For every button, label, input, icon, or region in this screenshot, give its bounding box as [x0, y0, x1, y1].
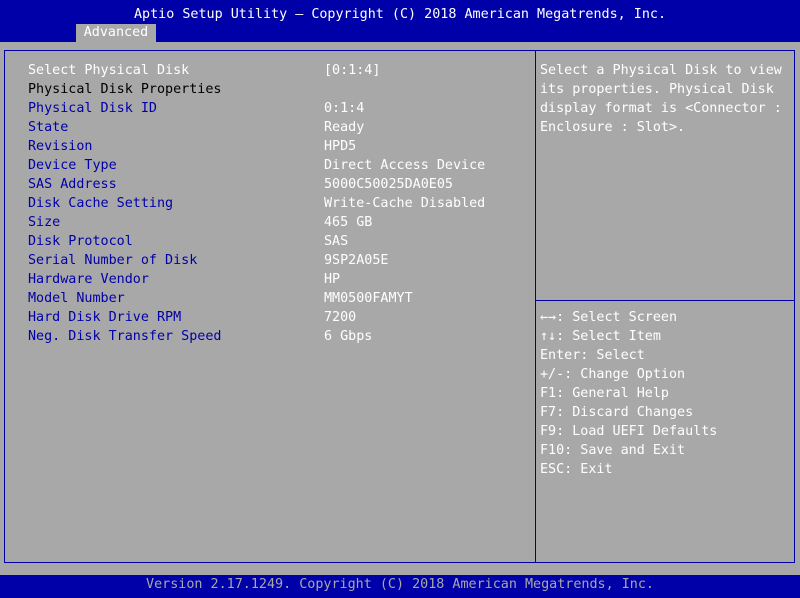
property-value: 5000C50025DA0E05	[324, 177, 453, 192]
property-value: Direct Access Device	[324, 158, 486, 173]
property-value: SAS	[324, 234, 349, 249]
app-title: Aptio Setup Utility – Copyright (C) 2018…	[133, 7, 667, 22]
property-value: Write-Cache Disabled	[324, 196, 486, 211]
help-text-line: Enclosure : Slot>.	[540, 120, 686, 135]
property-row-serial-number: Serial Number of Disk 9SP2A05E	[28, 251, 389, 270]
property-row-revision: Revision HPD5	[28, 137, 356, 156]
help-text-line: its properties. Physical Disk	[540, 82, 774, 97]
key-general-help: F1: General Help	[540, 386, 669, 401]
tab-advanced[interactable]: Advanced	[76, 24, 156, 42]
property-row-physical-disk-id: Physical Disk ID 0:1:4	[28, 99, 364, 118]
help-text-line: display format is <Connector :	[540, 101, 782, 116]
property-label: Device Type	[28, 158, 117, 173]
select-physical-disk-value[interactable]: [0:1:4]	[324, 61, 380, 80]
section-heading: Physical Disk Properties	[28, 82, 222, 97]
property-value: HP	[324, 272, 341, 287]
select-physical-disk-row[interactable]: Select Physical Disk [0:1:4]	[28, 61, 380, 80]
property-label: Neg. Disk Transfer Speed	[28, 329, 222, 344]
property-label: Hard Disk Drive RPM	[28, 310, 182, 325]
property-row-state: State Ready	[28, 118, 364, 137]
footer-bar: Version 2.17.1249. Copyright (C) 2018 Am…	[0, 575, 800, 598]
property-value: 0:1:4	[324, 101, 365, 116]
property-row-sas-address: SAS Address 5000C50025DA0E05	[28, 175, 453, 194]
key-select-item: ↑↓: Select Item	[540, 329, 661, 344]
property-value: MM0500FAMYT	[324, 291, 413, 306]
property-label: Revision	[28, 139, 93, 154]
property-row-hardware-vendor: Hardware Vendor HP	[28, 270, 340, 289]
property-value: HPD5	[324, 139, 357, 154]
title-bar: Aptio Setup Utility – Copyright (C) 2018…	[0, 0, 800, 42]
section-heading-row: Physical Disk Properties	[28, 80, 221, 99]
key-save-exit: F10: Save and Exit	[540, 443, 686, 458]
property-value: 7200	[324, 310, 357, 325]
key-discard-changes: F7: Discard Changes	[540, 405, 694, 420]
property-value: Ready	[324, 120, 365, 135]
property-label: State	[28, 120, 69, 135]
key-enter-select: Enter: Select	[540, 348, 645, 363]
property-label: Model Number	[28, 291, 125, 306]
property-label: Disk Protocol	[28, 234, 133, 249]
property-label: Disk Cache Setting	[28, 196, 174, 211]
key-change-option: +/-: Change Option	[540, 367, 686, 382]
property-row-size: Size 465 GB	[28, 213, 372, 232]
key-esc-exit: ESC: Exit	[540, 462, 613, 477]
help-divider-horizontal	[536, 300, 794, 301]
property-label: Physical Disk ID	[28, 101, 157, 116]
property-row-hdd-rpm: Hard Disk Drive RPM 7200	[28, 308, 356, 327]
property-row-device-type: Device Type Direct Access Device	[28, 156, 485, 175]
property-label: Serial Number of Disk	[28, 253, 198, 268]
property-value: 6 Gbps	[324, 329, 373, 344]
property-label: SAS Address	[28, 177, 117, 192]
panel-divider-vertical	[535, 50, 536, 563]
property-row-disk-protocol: Disk Protocol SAS	[28, 232, 348, 251]
property-value: 9SP2A05E	[324, 253, 389, 268]
property-row-transfer-speed: Neg. Disk Transfer Speed 6 Gbps	[28, 327, 372, 346]
property-row-disk-cache-setting: Disk Cache Setting Write-Cache Disabled	[28, 194, 485, 213]
property-label: Size	[28, 215, 61, 230]
property-value: 465 GB	[324, 215, 373, 230]
key-select-screen: ←→: Select Screen	[540, 310, 678, 325]
key-load-defaults: F9: Load UEFI Defaults	[540, 424, 718, 439]
property-label: Hardware Vendor	[28, 272, 149, 287]
property-row-model-number: Model Number MM0500FAMYT	[28, 289, 413, 308]
help-text-line: Select a Physical Disk to view	[540, 63, 782, 78]
footer-version-text: Version 2.17.1249. Copyright (C) 2018 Am…	[146, 577, 654, 592]
select-physical-disk-label: Select Physical Disk	[28, 63, 190, 78]
